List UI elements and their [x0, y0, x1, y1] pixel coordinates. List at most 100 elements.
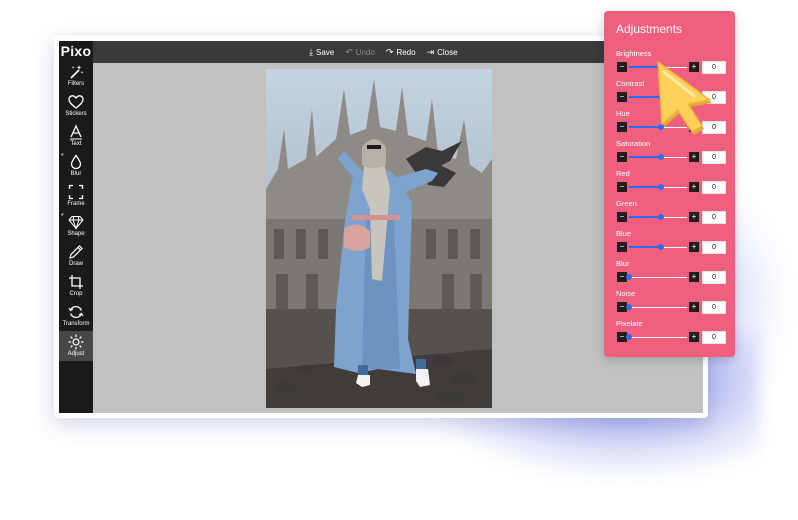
redo-icon: ↷: [385, 46, 394, 57]
panel-title: Adjustments: [616, 22, 683, 36]
slider-handle[interactable]: [626, 274, 632, 280]
decrease-button[interactable]: −: [617, 212, 627, 222]
tool-sidebar: Pixo Filters Stickers Text * Blur Frame …: [59, 41, 93, 413]
increase-button[interactable]: +: [689, 242, 699, 252]
value-field[interactable]: 0: [702, 151, 726, 164]
slider-track[interactable]: [629, 306, 687, 308]
decrease-button[interactable]: −: [617, 122, 627, 132]
tool-text[interactable]: Text: [59, 121, 93, 151]
tool-label: Shape: [67, 231, 85, 237]
tool-label: Blur: [70, 171, 82, 177]
adjustment-row-pixelate: Pixelate − +0: [616, 319, 728, 347]
toolbar-actions: ⤓ Save ↶ Undo ↷ Redo ⇥ Close: [309, 41, 458, 63]
adjustment-row-saturation: Saturation − +0: [616, 139, 728, 167]
decrease-button[interactable]: −: [617, 182, 627, 192]
adjustment-row-red: Red − +0: [616, 169, 728, 197]
text-icon: [70, 124, 82, 140]
adjustment-row-blur: Blur − +0: [616, 259, 728, 287]
slider-fill: [629, 186, 661, 188]
tool-label: Stickers: [65, 111, 87, 117]
increase-button[interactable]: +: [689, 272, 699, 282]
slider-handle[interactable]: [657, 154, 664, 160]
tool-label: Text: [70, 141, 82, 147]
increase-button[interactable]: +: [689, 302, 699, 312]
slider-handle[interactable]: [626, 304, 632, 310]
save-button[interactable]: ⤓ Save: [309, 46, 335, 57]
tool-frame[interactable]: Frame: [59, 181, 93, 211]
increase-button[interactable]: +: [689, 212, 699, 222]
tool-label: Filters: [67, 81, 85, 87]
app-logo: Pixo: [60, 43, 92, 59]
close-button[interactable]: ⇥ Close: [426, 46, 458, 57]
slider-fill: [629, 246, 661, 248]
save-label: Save: [315, 47, 335, 57]
tool-filters[interactable]: Filters: [59, 61, 93, 91]
sun-icon: [68, 334, 84, 350]
adjustment-label: Red: [616, 169, 630, 178]
adjustment-label: Saturation: [616, 139, 651, 148]
tool-adjust[interactable]: Adjust: [59, 331, 93, 361]
rotate-icon: [68, 306, 84, 318]
redo-label: Redo: [396, 47, 416, 57]
new-badge-star: *: [61, 153, 64, 160]
value-field[interactable]: 0: [702, 331, 726, 344]
tool-label: Adjust: [67, 351, 85, 357]
tool-blur[interactable]: * Blur: [59, 151, 93, 181]
new-badge-star: *: [61, 213, 64, 220]
increase-button[interactable]: +: [689, 332, 699, 342]
decrease-button[interactable]: −: [617, 92, 627, 102]
slider-track[interactable]: [629, 276, 687, 278]
adjustment-row-blue: Blue − +0: [616, 229, 728, 257]
decrease-button[interactable]: −: [617, 62, 627, 72]
adjustment-label: Pixelate: [616, 319, 643, 328]
tool-transform[interactable]: Transform: [59, 301, 93, 331]
crop-icon: [69, 275, 83, 289]
tool-stickers[interactable]: Stickers: [59, 91, 93, 121]
tool-crop[interactable]: Crop: [59, 271, 93, 301]
adjustment-label: Green: [616, 199, 637, 208]
photo-illustration: [266, 79, 492, 408]
close-label: Close: [437, 47, 458, 57]
slider-track[interactable]: [629, 336, 687, 338]
slider-handle[interactable]: [657, 214, 664, 220]
heart-icon: [68, 95, 84, 109]
value-field[interactable]: 0: [702, 271, 726, 284]
tool-shape[interactable]: * Shape: [59, 211, 93, 241]
exit-icon: ⇥: [426, 46, 435, 57]
slider-handle[interactable]: [657, 184, 664, 190]
value-field[interactable]: 0: [702, 301, 726, 314]
value-field[interactable]: 0: [702, 181, 726, 194]
adjustment-label: Blue: [616, 229, 632, 238]
adjustment-label: Hue: [616, 109, 630, 118]
slider-handle[interactable]: [657, 244, 664, 250]
adjustment-row-noise: Noise − +0: [616, 289, 728, 317]
adjustment-row-green: Green − +0: [616, 199, 728, 227]
increase-button[interactable]: +: [689, 182, 699, 192]
droplet-icon: [70, 154, 82, 170]
pencil-icon: [69, 245, 83, 259]
magic-wand-icon: [70, 65, 84, 79]
decrease-button[interactable]: −: [617, 242, 627, 252]
slider-fill: [629, 216, 661, 218]
slider-handle[interactable]: [626, 334, 632, 340]
tool-label: Crop: [69, 291, 83, 297]
adjustment-label: Brightness: [616, 49, 652, 58]
adjustment-label: Noise: [616, 289, 636, 298]
decrease-button[interactable]: −: [617, 152, 627, 162]
adjustment-label: Blur: [616, 259, 630, 268]
undo-icon: ↶: [345, 46, 353, 57]
adjustment-label: Contrast: [616, 79, 645, 88]
undo-label: Undo: [355, 47, 375, 57]
redo-button[interactable]: ↷ Redo: [385, 46, 416, 57]
tool-label: Frame: [67, 201, 85, 207]
canvas-photo[interactable]: [266, 69, 492, 408]
download-icon: ⤓: [309, 46, 313, 57]
increase-button[interactable]: +: [689, 152, 699, 162]
tool-label: Draw: [68, 261, 83, 267]
undo-button[interactable]: ↶ Undo: [345, 46, 375, 57]
value-field[interactable]: 0: [702, 211, 726, 224]
tool-draw[interactable]: Draw: [59, 241, 93, 271]
value-field[interactable]: 0: [702, 241, 726, 254]
pointer-cursor-icon: [657, 61, 712, 135]
diamond-icon: [68, 216, 84, 230]
